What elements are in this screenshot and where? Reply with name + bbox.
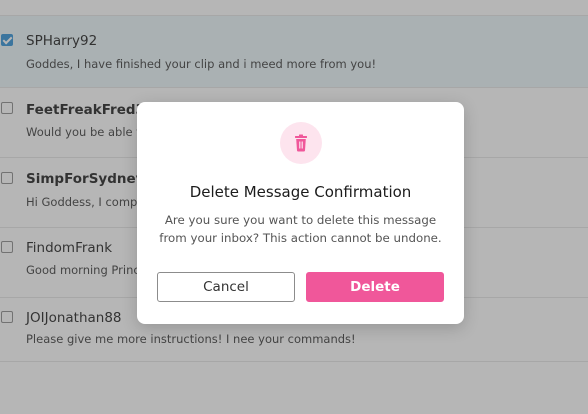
dialog-title: Delete Message Confirmation — [189, 183, 412, 201]
cancel-button[interactable]: Cancel — [157, 272, 295, 302]
delete-confirmation-dialog: Delete Message Confirmation Are you sure… — [137, 102, 464, 324]
trash-icon — [280, 122, 322, 164]
dialog-message: Are you sure you want to delete this mes… — [159, 213, 442, 245]
delete-button[interactable]: Delete — [306, 272, 444, 302]
